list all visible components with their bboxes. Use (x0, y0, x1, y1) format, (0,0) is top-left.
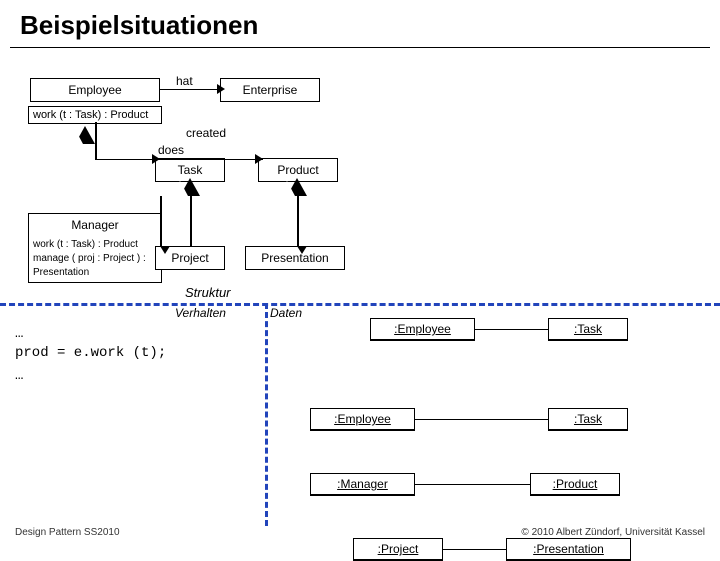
task-triangle (180, 178, 200, 196)
manager-label: Manager (71, 218, 118, 232)
employee-product-line-v (95, 122, 97, 160)
task-label: Task (178, 163, 203, 177)
m-product-line (415, 484, 530, 485)
project-label: Project (171, 251, 208, 265)
dashed-separator-h (0, 303, 720, 306)
project-arrowhead-down (160, 246, 170, 254)
product-pres-line-v (297, 196, 299, 247)
obj-employee2: :Employee (310, 408, 415, 430)
work-task-label: work (t : Task) : Product (33, 238, 157, 252)
manager-box: Manager (28, 213, 162, 237)
work-product-label: work (t : Task) : Product (33, 109, 148, 121)
created-label: created (186, 126, 226, 140)
obj-project1: :Project (353, 538, 443, 560)
task-project-line-v (190, 196, 192, 246)
code-line1: … (15, 326, 23, 342)
product-triangle (287, 178, 307, 196)
code-line3: … (15, 368, 23, 384)
obj-task1: :Task (548, 318, 628, 340)
inheritance-triangle-1 (75, 126, 95, 144)
daten-label: Daten (270, 306, 302, 320)
e1-t1-line (475, 329, 548, 330)
obj-task2: :Task (548, 408, 628, 430)
footer-right: © 2010 Albert Zündorf, Universität Kasse… (521, 527, 705, 538)
code-line2: prod = e.work (t); (15, 345, 166, 361)
task-arrowhead (152, 154, 160, 164)
e2-t2-line (415, 419, 548, 420)
struktur-label: Struktur (185, 285, 231, 300)
pres-arrowhead-down (297, 246, 307, 254)
obj-manager1: :Manager (310, 473, 415, 495)
employee-product-line-h (95, 159, 263, 160)
enterprise-label: Enterprise (243, 83, 298, 97)
manage-label: manage ( proj : Project ) : Presentation (33, 252, 157, 280)
verhalten-label: Verhalten (175, 306, 226, 320)
manager-project-line-v (160, 196, 162, 247)
dashed-separator-v (265, 303, 268, 526)
hat-arrow-line (160, 89, 220, 90)
obj-presentation1: :Presentation (506, 538, 631, 560)
employee-label: Employee (68, 83, 121, 97)
obj-employee1: :Employee (370, 318, 475, 340)
enterprise-box: Enterprise (220, 78, 320, 102)
does-label: does (158, 143, 184, 157)
product-label: Product (277, 163, 318, 177)
obj-product1: :Product (530, 473, 620, 495)
footer-left: Design Pattern SS2010 (15, 527, 120, 538)
product-arrowhead (255, 154, 263, 164)
proj-pres-line (443, 549, 506, 550)
presentation-label: Presentation (261, 251, 328, 265)
hat-label: hat (176, 74, 193, 88)
hat-arrowhead (217, 84, 225, 94)
page-title: Beispielsituationen (0, 0, 720, 47)
employee-box: Employee (30, 78, 160, 102)
manager-methods-box: work (t : Task) : Product manage ( proj … (28, 236, 162, 283)
presentation-box: Presentation (245, 246, 345, 270)
